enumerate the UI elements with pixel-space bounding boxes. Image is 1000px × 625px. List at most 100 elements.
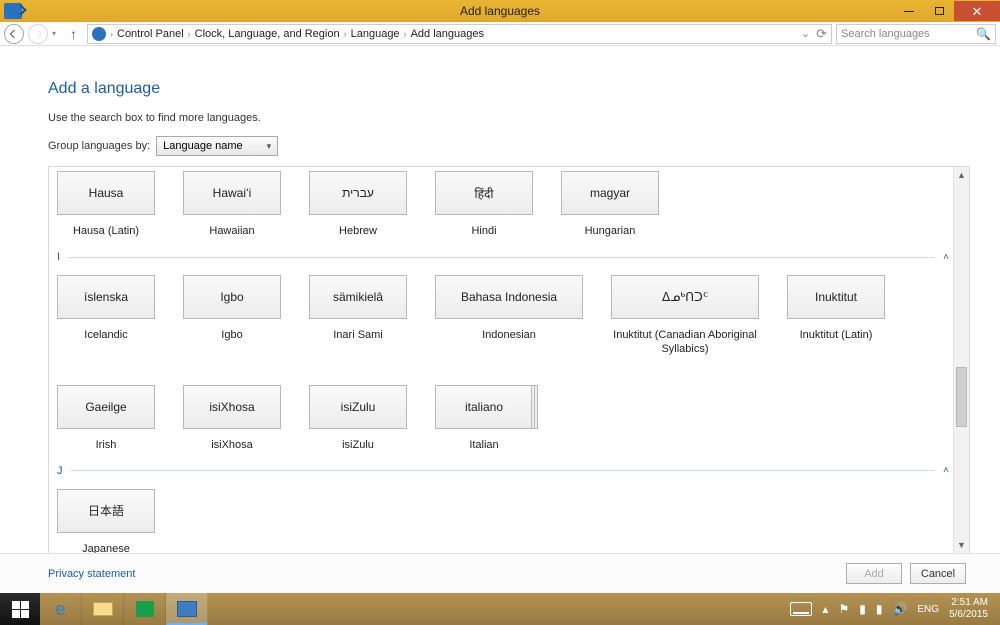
letter-separator: J˄ — [57, 465, 953, 477]
language-tile[interactable]: 日本語Japanese — [57, 489, 155, 554]
language-tile[interactable]: हिंदीHindi — [435, 171, 533, 237]
taskbar-store-icon[interactable] — [124, 593, 166, 625]
breadcrumb-item[interactable]: Language — [351, 28, 400, 40]
start-button[interactable] — [0, 593, 40, 625]
language-native-name: magyar — [561, 171, 659, 215]
forward-button[interactable] — [28, 24, 48, 44]
language-tile[interactable]: GaeilgeIrish — [57, 385, 155, 451]
breadcrumb-item[interactable]: Control Panel — [117, 28, 184, 40]
privacy-link[interactable]: Privacy statement — [48, 568, 135, 580]
chevron-right-icon: › — [188, 29, 191, 39]
chevron-down-icon[interactable]: ⌄ — [801, 27, 810, 40]
taskbar-ie-icon[interactable]: e — [40, 593, 82, 625]
collapse-icon[interactable]: ˄ — [943, 465, 949, 476]
nav-bar: ▾ ↑ › Control Panel › Clock, Language, a… — [0, 22, 1000, 46]
group-by-row: Group languages by: Language name ▾ — [48, 136, 970, 156]
refresh-button[interactable]: ⟳ — [816, 26, 827, 42]
language-native-name: Hawaiʻi — [183, 171, 281, 215]
add-button[interactable]: Add — [846, 563, 902, 584]
battery-icon[interactable]: ▮ — [859, 602, 866, 616]
scroll-down-icon[interactable]: ▼ — [954, 537, 969, 553]
scroll-up-icon[interactable]: ▲ — [954, 167, 969, 183]
language-tile[interactable]: Hausa Hausa (Latin) — [57, 171, 155, 237]
language-tile[interactable]: Igbo Igbo — [183, 275, 281, 357]
letter-label: I — [57, 251, 60, 263]
language-native-name: Bahasa Indonesia — [435, 275, 583, 319]
language-english-name: Indonesian — [435, 329, 583, 341]
language-english-name: isiZulu — [309, 439, 407, 451]
language-native-name: íslenska — [57, 275, 155, 319]
chevron-down-icon: ▾ — [267, 141, 272, 152]
language-english-name: Japanese — [57, 543, 155, 554]
system-tray: ▴ ⚑ ▮ ▮ 🔊 ENG 2:51 AM 5/6/2015 — [782, 593, 1000, 625]
history-dropdown[interactable]: ▾ — [52, 29, 60, 38]
cancel-button[interactable]: Cancel — [910, 563, 966, 584]
language-tile-row: Hausa Hausa (Latin) Hawaiʻi Hawaiian עבריתHe… — [57, 171, 953, 237]
maximize-button[interactable] — [924, 1, 954, 21]
language-tile[interactable]: italianoItalian — [435, 385, 533, 451]
footer-bar: Privacy statement Add Cancel — [0, 553, 1000, 593]
language-tile[interactable]: isiXhosaisiXhosa — [183, 385, 281, 451]
language-english-name: Inari Sami — [309, 329, 407, 341]
taskbar-controlpanel-icon[interactable] — [166, 593, 208, 625]
language-native-name: Gaeilge — [57, 385, 155, 429]
clock[interactable]: 2:51 AM 5/6/2015 — [949, 597, 992, 621]
language-native-name: ᐃᓄᒃᑎᑐᑦ — [611, 275, 759, 319]
taskbar-explorer-icon[interactable] — [82, 593, 124, 625]
back-button[interactable] — [4, 24, 24, 44]
clock-time: 2:51 AM — [949, 597, 988, 609]
content-area: Add a language Use the search box to fin… — [0, 46, 1000, 553]
flag-icon[interactable]: ⚑ — [838, 602, 849, 616]
breadcrumb-item[interactable]: Clock, Language, and Region — [195, 28, 340, 40]
language-tile[interactable]: Hawaiʻi Hawaiian — [183, 171, 281, 237]
language-english-name: Igbo — [183, 329, 281, 341]
language-native-name: italiano — [435, 385, 533, 429]
group-by-dropdown[interactable]: Language name ▾ — [156, 136, 278, 156]
language-tile[interactable]: íslenska Icelandic — [57, 275, 155, 357]
group-by-value: Language name — [163, 140, 243, 152]
letter-label: J — [57, 465, 63, 477]
chevron-right-icon: › — [344, 29, 347, 39]
language-tile[interactable]: Bahasa Indonesia Indonesian — [435, 275, 583, 357]
tray-chevron-icon[interactable]: ▴ — [822, 602, 828, 616]
close-button[interactable]: ✕ — [954, 1, 1000, 21]
language-english-name: Inuktitut (Canadian Aboriginal Syllabics… — [611, 329, 759, 357]
hint-text: Use the search box to find more language… — [48, 112, 970, 124]
globe-icon — [4, 3, 22, 19]
language-english-name: Hausa (Latin) — [57, 225, 155, 237]
language-tile[interactable]: sämikielâ Inari Sami — [309, 275, 407, 357]
language-english-name: Hawaiian — [183, 225, 281, 237]
network-icon[interactable]: ▮ — [876, 602, 883, 616]
language-english-name: Icelandic — [57, 329, 155, 341]
language-english-name: Hungarian — [561, 225, 659, 237]
collapse-icon[interactable]: ˄ — [943, 252, 949, 263]
language-english-name: isiXhosa — [183, 439, 281, 451]
language-tile[interactable]: עבריתHebrew — [309, 171, 407, 237]
language-native-name: Inuktitut — [787, 275, 885, 319]
breadcrumb-item[interactable]: Add languages — [411, 28, 484, 40]
taskbar: e ▴ ⚑ ▮ ▮ 🔊 ENG 2:51 AM 5/6/2015 — [0, 593, 1000, 625]
language-native-name: Igbo — [183, 275, 281, 319]
language-tile[interactable]: magyar Hungarian — [561, 171, 659, 237]
language-tile[interactable]: ᐃᓄᒃᑎᑐᑦ Inuktitut (Canadian Aboriginal Syl… — [611, 275, 759, 357]
language-native-name: sämikielâ — [309, 275, 407, 319]
language-tile[interactable]: isiZuluisiZulu — [309, 385, 407, 451]
language-tile-row: 日本語Japanese — [57, 489, 953, 554]
volume-icon[interactable]: 🔊 — [892, 602, 907, 616]
windows-icon — [12, 601, 29, 618]
scroll-thumb[interactable] — [956, 367, 967, 427]
search-placeholder: Search languages — [841, 28, 976, 40]
vertical-scrollbar[interactable]: ▲ ▼ — [953, 167, 969, 553]
search-icon: 🔍 — [976, 27, 991, 41]
window-title: Add languages — [0, 4, 1000, 18]
page-title: Add a language — [48, 80, 970, 98]
keyboard-icon[interactable] — [790, 602, 812, 616]
language-tile[interactable]: InuktitutInuktitut (Latin) — [787, 275, 885, 357]
up-button[interactable]: ↑ — [64, 26, 83, 42]
language-english-name: Hebrew — [309, 225, 407, 237]
input-lang[interactable]: ENG — [917, 604, 939, 615]
search-input[interactable]: Search languages 🔍 — [836, 24, 996, 44]
address-bar[interactable]: › Control Panel › Clock, Language, and R… — [87, 24, 832, 44]
minimize-button[interactable] — [894, 1, 924, 21]
language-native-name: Hausa — [57, 171, 155, 215]
